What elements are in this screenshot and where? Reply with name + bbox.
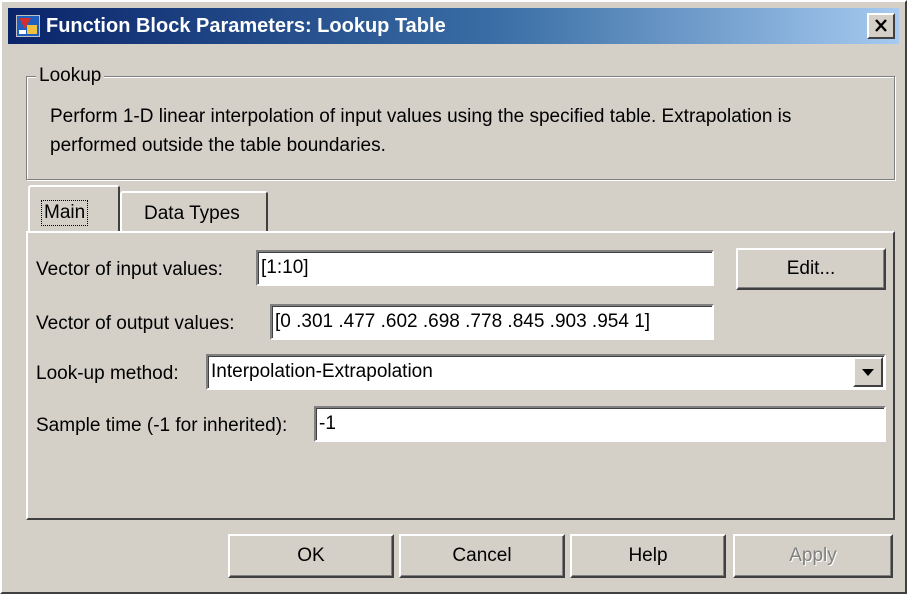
apply-button: Apply (733, 534, 893, 578)
output-values-field[interactable]: [0 .301 .477 .602 .698 .778 .845 .903 .9… (270, 304, 714, 340)
sample-time-field[interactable]: -1 (314, 406, 886, 442)
tab-main[interactable]: Main (28, 185, 120, 231)
tab-main-label: Main (40, 200, 89, 226)
lookup-method-value: Interpolation-Extrapolation (211, 361, 433, 382)
cancel-button[interactable]: Cancel (399, 534, 565, 578)
edit-button[interactable]: Edit... (736, 248, 886, 290)
block-description: Perform 1-D linear interpolation of inpu… (50, 106, 792, 156)
lookup-method-select[interactable]: Interpolation-Extrapolation (206, 354, 886, 390)
dialog-window: Function Block Parameters: Lookup Table … (0, 0, 907, 594)
output-values-label: Vector of output values: (36, 313, 235, 334)
input-values-field[interactable]: [1:10] (256, 250, 714, 286)
tab-data-types-label: Data Types (144, 203, 240, 224)
close-button[interactable] (867, 13, 895, 39)
help-button[interactable]: Help (570, 534, 726, 578)
window-title: Function Block Parameters: Lookup Table (46, 15, 446, 37)
ok-button[interactable]: OK (228, 534, 394, 578)
sample-time-label: Sample time (-1 for inherited): (36, 415, 288, 436)
simulink-block-icon (16, 15, 40, 37)
tab-data-types[interactable]: Data Types (120, 191, 268, 231)
lookup-method-label: Look-up method: (36, 363, 179, 384)
input-values-label: Vector of input values: (36, 259, 223, 280)
dropdown-button[interactable] (853, 357, 883, 387)
groupbox-legend: Lookup (36, 64, 105, 88)
title-bar[interactable]: Function Block Parameters: Lookup Table (8, 8, 899, 44)
